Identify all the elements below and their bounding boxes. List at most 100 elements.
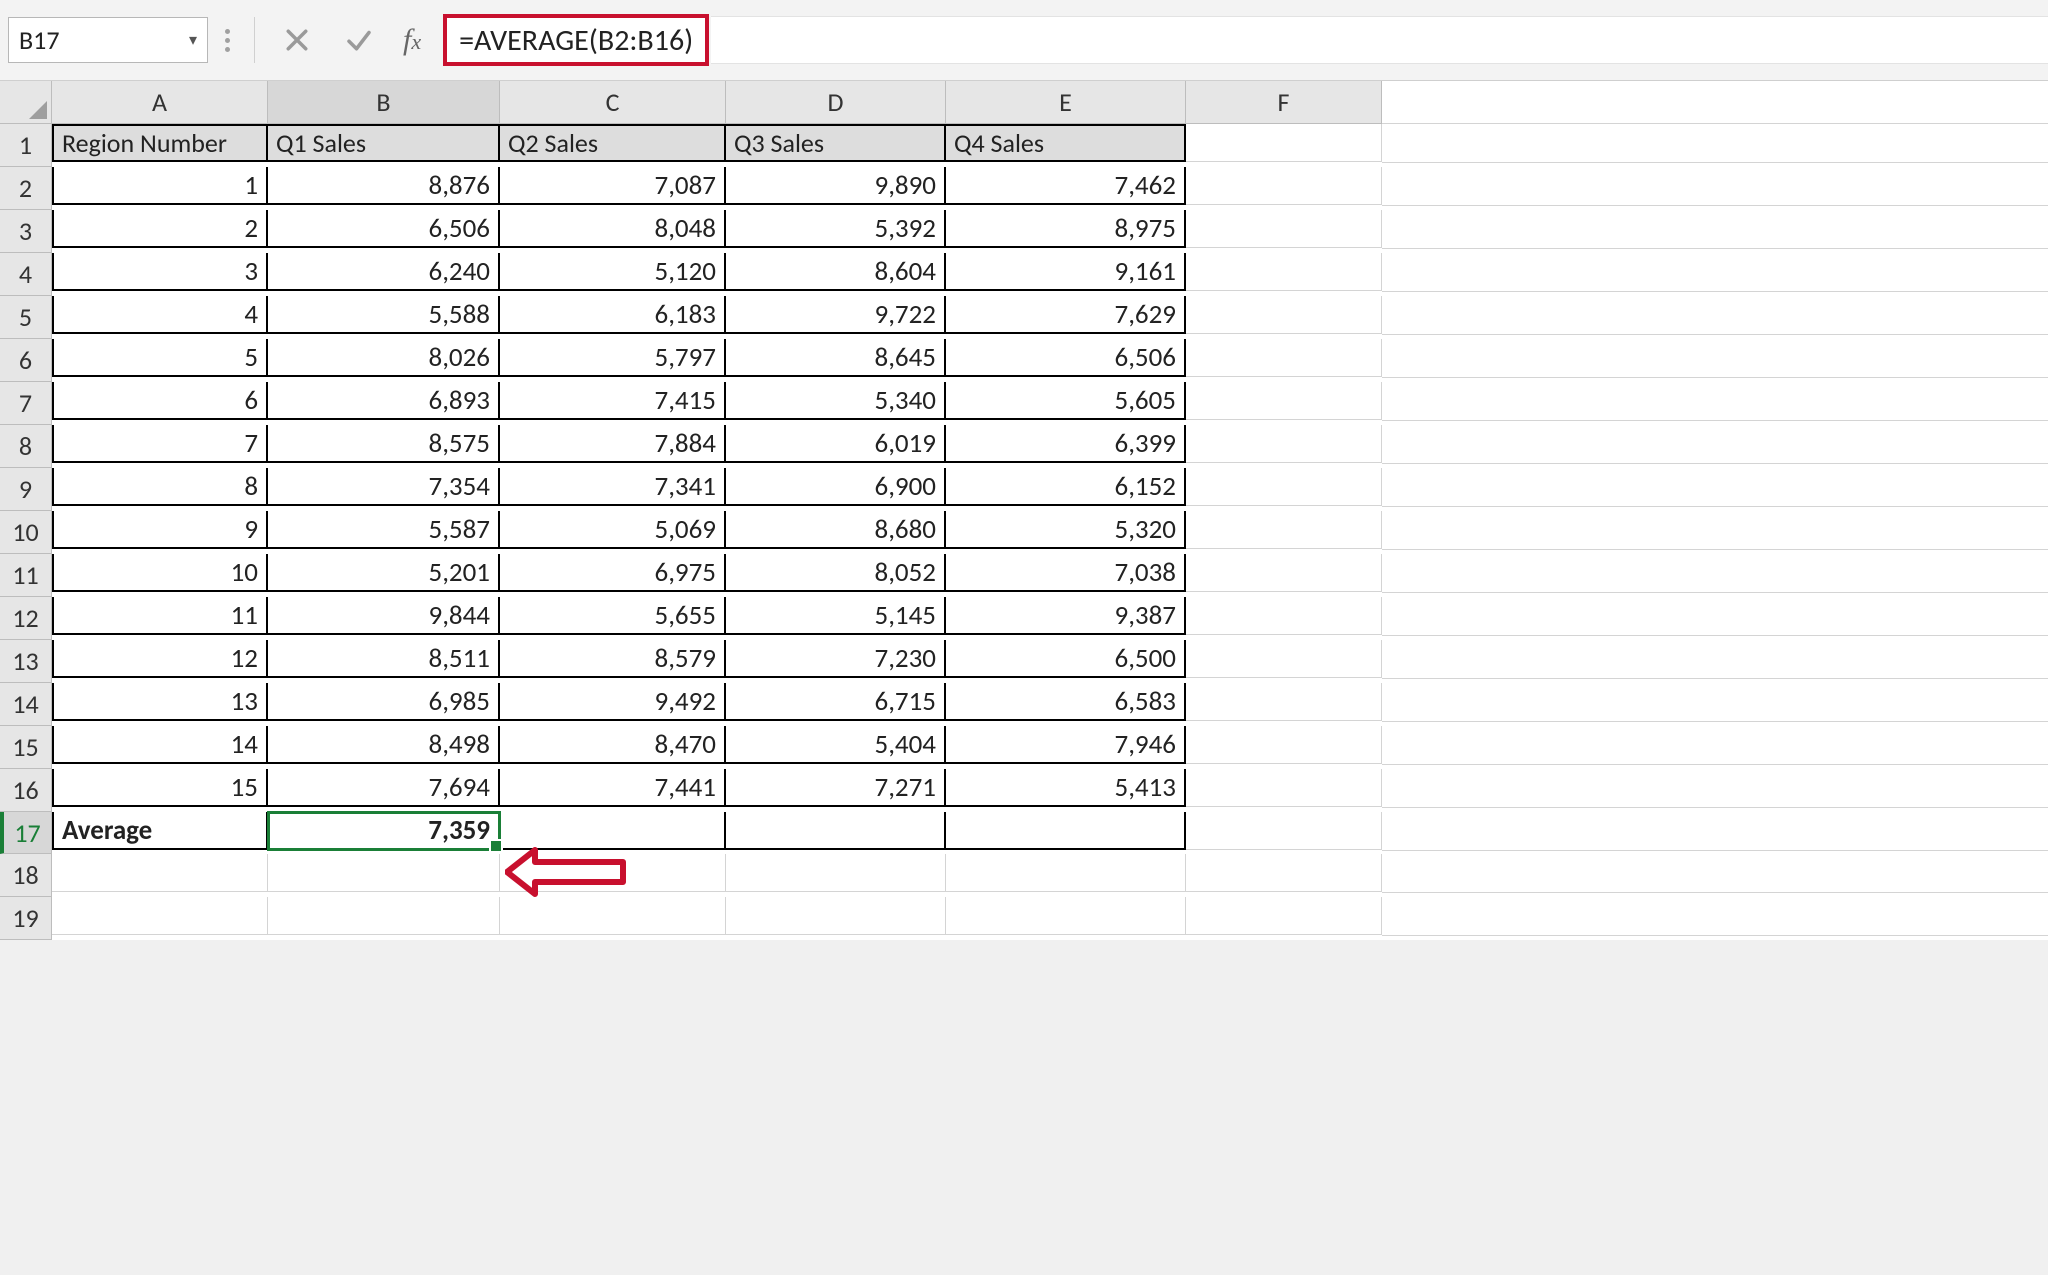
table-cell[interactable]: 5,145	[726, 597, 946, 635]
table-cell[interactable]: 12	[52, 640, 268, 678]
table-cell[interactable]: 9,387	[946, 597, 1186, 635]
table-cell[interactable]: 9,890	[726, 167, 946, 205]
cell-F2[interactable]	[1186, 167, 1382, 205]
empty-cell[interactable]	[500, 854, 726, 892]
table-cell[interactable]: 6	[52, 382, 268, 420]
col-header-A[interactable]: A	[52, 81, 268, 124]
table-cell[interactable]: 5,588	[268, 296, 500, 334]
table-cell[interactable]: 5,392	[726, 210, 946, 248]
row-header-7[interactable]: 7	[0, 382, 52, 425]
table-cell[interactable]: 7,462	[946, 167, 1186, 205]
table-cell[interactable]: 5,655	[500, 597, 726, 635]
cell-F15[interactable]	[1186, 726, 1382, 764]
table-cell[interactable]: 5,069	[500, 511, 726, 549]
formula-input-highlighted[interactable]: =AVERAGE(B2:B16)	[443, 14, 709, 66]
row-header-19[interactable]: 19	[0, 897, 52, 940]
col-header-D[interactable]: D	[726, 81, 946, 124]
table-cell[interactable]: 5,201	[268, 554, 500, 592]
table-cell[interactable]: 6,583	[946, 683, 1186, 721]
cell-F10[interactable]	[1186, 511, 1382, 549]
table-header[interactable]: Q4 Sales	[946, 124, 1186, 162]
table-cell[interactable]: 8,604	[726, 253, 946, 291]
cell-F9[interactable]	[1186, 468, 1382, 506]
table-cell[interactable]: 6,900	[726, 468, 946, 506]
table-cell[interactable]: 8,498	[268, 726, 500, 764]
table-cell[interactable]: 5,120	[500, 253, 726, 291]
cell-F5[interactable]	[1186, 296, 1382, 334]
table-cell[interactable]: 5,413	[946, 769, 1186, 807]
table-cell[interactable]: 5,605	[946, 382, 1186, 420]
cell-F1[interactable]	[1186, 124, 1382, 162]
row-header-6[interactable]: 6	[0, 339, 52, 382]
empty-cell[interactable]	[268, 854, 500, 892]
empty-cell[interactable]	[726, 854, 946, 892]
cell-F12[interactable]	[1186, 597, 1382, 635]
fx-button[interactable]: fx	[393, 23, 431, 57]
row-header-8[interactable]: 8	[0, 425, 52, 468]
table-cell[interactable]: 11	[52, 597, 268, 635]
empty-cell[interactable]	[500, 897, 726, 935]
table-cell[interactable]: 8	[52, 468, 268, 506]
formula-bar-grip[interactable]	[214, 29, 240, 52]
spreadsheet-grid[interactable]: ABCDEF1Region NumberQ1 SalesQ2 SalesQ3 S…	[0, 81, 2048, 940]
table-cell[interactable]	[726, 812, 946, 850]
average-label[interactable]: Average	[52, 812, 268, 850]
table-cell[interactable]: 6,506	[946, 339, 1186, 377]
table-cell[interactable]: 7,884	[500, 425, 726, 463]
table-cell[interactable]: 9,161	[946, 253, 1186, 291]
empty-cell[interactable]	[946, 854, 1186, 892]
table-cell[interactable]: 8,645	[726, 339, 946, 377]
cell-F14[interactable]	[1186, 683, 1382, 721]
table-cell[interactable]: 6,975	[500, 554, 726, 592]
col-header-C[interactable]: C	[500, 81, 726, 124]
table-cell[interactable]: 6,399	[946, 425, 1186, 463]
cell-F13[interactable]	[1186, 640, 1382, 678]
table-cell[interactable]: 14	[52, 726, 268, 764]
table-header[interactable]: Q1 Sales	[268, 124, 500, 162]
table-cell[interactable]: 8,975	[946, 210, 1186, 248]
table-cell[interactable]: 6,500	[946, 640, 1186, 678]
cell-B17-selected[interactable]: 7,359	[268, 812, 500, 850]
cell-F7[interactable]	[1186, 382, 1382, 420]
table-cell[interactable]: 7,038	[946, 554, 1186, 592]
table-cell[interactable]: 15	[52, 769, 268, 807]
table-cell[interactable]: 5,587	[268, 511, 500, 549]
table-cell[interactable]: 7,441	[500, 769, 726, 807]
col-header-F[interactable]: F	[1186, 81, 1382, 124]
cell-F16[interactable]	[1186, 769, 1382, 807]
cell-F17[interactable]	[1186, 812, 1382, 850]
table-cell[interactable]: 6,985	[268, 683, 500, 721]
row-header-15[interactable]: 15	[0, 726, 52, 769]
table-header[interactable]: Region Number	[52, 124, 268, 162]
table-cell[interactable]: 5,797	[500, 339, 726, 377]
table-cell[interactable]: 8,048	[500, 210, 726, 248]
table-cell[interactable]: 8,575	[268, 425, 500, 463]
col-header-B[interactable]: B	[268, 81, 500, 124]
formula-input[interactable]	[711, 16, 2048, 64]
empty-cell[interactable]	[52, 897, 268, 935]
empty-cell[interactable]	[52, 854, 268, 892]
table-cell[interactable]: 4	[52, 296, 268, 334]
table-cell[interactable]: 9,492	[500, 683, 726, 721]
row-header-11[interactable]: 11	[0, 554, 52, 597]
table-cell[interactable]	[500, 812, 726, 850]
row-header-4[interactable]: 4	[0, 253, 52, 296]
cell-F8[interactable]	[1186, 425, 1382, 463]
table-cell[interactable]: 2	[52, 210, 268, 248]
select-all-corner[interactable]	[0, 81, 52, 124]
table-cell[interactable]: 6,152	[946, 468, 1186, 506]
row-header-18[interactable]: 18	[0, 854, 52, 897]
table-cell[interactable]: 6,893	[268, 382, 500, 420]
table-cell[interactable]: 5,340	[726, 382, 946, 420]
cell-F6[interactable]	[1186, 339, 1382, 377]
table-cell[interactable]: 6,183	[500, 296, 726, 334]
table-cell[interactable]: 6,240	[268, 253, 500, 291]
row-header-5[interactable]: 5	[0, 296, 52, 339]
table-cell[interactable]	[946, 812, 1186, 850]
row-header-2[interactable]: 2	[0, 167, 52, 210]
table-cell[interactable]: 7,694	[268, 769, 500, 807]
table-cell[interactable]: 8,470	[500, 726, 726, 764]
table-cell[interactable]: 7,341	[500, 468, 726, 506]
dropdown-icon[interactable]: ▾	[189, 30, 197, 50]
table-cell[interactable]: 8,876	[268, 167, 500, 205]
